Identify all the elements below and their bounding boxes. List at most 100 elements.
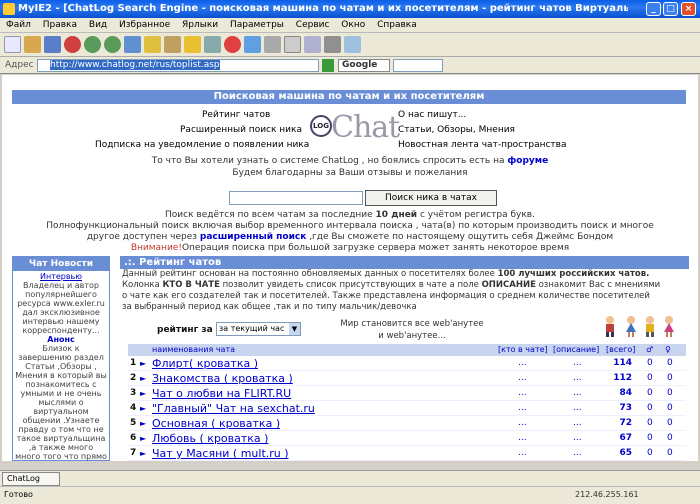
address-input[interactable]: http://www.chatlog.net/rus/toplist.asp	[37, 59, 319, 72]
nav-link-news[interactable]: Новостная лента чат-пространства	[398, 140, 566, 150]
tools-icon[interactable]	[324, 36, 341, 53]
description-link[interactable]: ...	[573, 356, 582, 371]
menu-shortcuts[interactable]: Ярлыки	[182, 20, 218, 30]
col-header-total[interactable]: [всего]	[606, 344, 635, 356]
menu-file[interactable]: Файл	[6, 20, 31, 30]
who-in-chat-link[interactable]: ...	[518, 446, 527, 461]
sidebar-interview-link[interactable]: Интервью	[13, 272, 109, 281]
forum-note: То что Вы хотели узнать о системе ChatLo…	[151, 156, 549, 166]
description-link[interactable]: ...	[573, 446, 582, 461]
nav-link-advanced-search[interactable]: Расширенный поиск ника	[180, 125, 302, 135]
menu-tools[interactable]: Сервис	[296, 20, 330, 30]
view-icon[interactable]	[284, 36, 301, 53]
nick-search-button[interactable]: Поиск ника в чатах	[365, 190, 497, 206]
status-bar: Готово 212.46.255.161	[0, 486, 700, 504]
description-link[interactable]: ...	[573, 431, 582, 446]
row-arrow-icon: ►	[140, 359, 147, 368]
print-icon[interactable]	[264, 36, 281, 53]
search-icon[interactable]	[164, 36, 181, 53]
period-select[interactable]: за текущий час ▼	[216, 322, 301, 336]
open-icon[interactable]	[24, 36, 41, 53]
description-link[interactable]: ...	[573, 386, 582, 401]
go-icon[interactable]	[322, 59, 334, 72]
chat-news-sidebar: Чат Новости Интервью Владелец и автор по…	[12, 256, 110, 461]
nick-search-input[interactable]	[229, 191, 363, 205]
page-tab[interactable]: ChatLog Sear	[2, 472, 60, 495]
chat-link[interactable]: Чат о любви на FLIRT.RU	[152, 386, 291, 401]
chat-link[interactable]: Чат у Масяни ( mult.ru )	[152, 446, 289, 461]
window-icon[interactable]	[304, 36, 321, 53]
forward-icon[interactable]	[104, 36, 121, 53]
forum-link[interactable]: форуме	[507, 156, 548, 166]
search-engine-input[interactable]	[393, 59, 443, 72]
row-arrow-icon: ►	[140, 449, 147, 458]
boy-figure-icon	[606, 316, 614, 337]
chat-link[interactable]: Флирт( кроватка )	[152, 356, 258, 371]
table-row: 1 ► Флирт( кроватка )...... 114 0 0	[128, 356, 686, 371]
description-link[interactable]: ...	[573, 401, 582, 416]
chat-link[interactable]: Основная ( кроватка )	[152, 416, 280, 431]
advanced-search-link[interactable]: расширенный поиск	[200, 232, 306, 242]
row-arrow-icon: ►	[140, 374, 147, 383]
menu-edit[interactable]: Правка	[43, 20, 77, 30]
row-arrow-icon: ►	[140, 389, 147, 398]
description-link[interactable]: ...	[573, 371, 582, 386]
mail-icon[interactable]	[244, 36, 261, 53]
who-in-chat-link[interactable]: ...	[518, 371, 527, 386]
menu-window[interactable]: Окно	[341, 20, 365, 30]
search-info-3: другое доступен через расширенный поиск …	[86, 232, 614, 242]
stop-icon[interactable]	[64, 36, 81, 53]
col-header-who[interactable]: [кто в чате]	[498, 344, 548, 356]
refresh-icon[interactable]	[124, 36, 141, 53]
new-icon[interactable]	[4, 36, 21, 53]
back-icon[interactable]	[84, 36, 101, 53]
search-info-2: Полнофункциональный поиск включая выбор …	[46, 221, 654, 231]
menu-favorites[interactable]: Избранное	[119, 20, 170, 30]
who-in-chat-link[interactable]: ...	[518, 416, 527, 431]
app-icon	[3, 3, 15, 15]
col-header-name[interactable]: наименования чата	[152, 344, 235, 356]
save-icon[interactable]	[44, 36, 61, 53]
address-label: Адрес	[5, 60, 34, 70]
menu-bar: Файл Правка Вид Избранное Ярлыки Парамет…	[0, 18, 700, 33]
home-icon[interactable]	[144, 36, 161, 53]
chat-link[interactable]: Любовь ( кроватка )	[152, 431, 268, 446]
sidebar-anons-heading: Анонс	[47, 335, 75, 344]
table-row: 7 ► Чат у Масяни ( mult.ru )...... 65 0 0	[128, 446, 686, 461]
woman-figure-icon	[664, 316, 674, 337]
table-row: 2 ► Знакомства ( кроватка )...... 112 0 0	[128, 371, 686, 386]
menu-options[interactable]: Параметры	[230, 20, 284, 30]
col-header-female[interactable]: ♀	[665, 344, 671, 356]
col-header-male[interactable]: ♂	[646, 344, 653, 356]
who-in-chat-link[interactable]: ...	[518, 431, 527, 446]
search-warning: Внимание!Операция поиска при большой заг…	[130, 243, 570, 253]
page-tab-bar: ChatLog Sear	[0, 470, 700, 495]
nav-link-rating[interactable]: Рейтинг чатов	[202, 110, 270, 120]
chat-link[interactable]: "Главный" Чат на sexchat.ru	[152, 401, 315, 416]
man-figure-icon	[646, 316, 654, 337]
minimize-button[interactable]: _	[646, 2, 661, 16]
favorites-icon[interactable]	[184, 36, 201, 53]
block-icon[interactable]	[224, 36, 241, 53]
who-in-chat-link[interactable]: ...	[518, 386, 527, 401]
maximize-button[interactable]: □	[663, 2, 678, 16]
chat-link[interactable]: Знакомства ( кроватка )	[152, 371, 293, 386]
girl-figure-icon	[626, 316, 636, 337]
col-header-desc[interactable]: [описание]	[553, 344, 599, 356]
history-icon[interactable]	[204, 36, 221, 53]
rating-period-label: рейтинг за	[157, 325, 213, 335]
chevron-down-icon[interactable]: ▼	[289, 323, 300, 335]
description-link[interactable]: ...	[573, 416, 582, 431]
proxy-icon[interactable]	[344, 36, 361, 53]
search-engine-button[interactable]: Google	[338, 59, 390, 72]
close-button[interactable]: ×	[681, 2, 696, 16]
menu-view[interactable]: Вид	[89, 20, 107, 30]
table-row: 3 ► Чат о любви на FLIRT.RU...... 84 0 0	[128, 386, 686, 401]
nav-link-subscribe[interactable]: Подписка на уведомление о появлении ника	[95, 140, 309, 150]
nav-link-articles[interactable]: Статьи, Обзоры, Мнения	[398, 125, 515, 135]
menu-help[interactable]: Справка	[377, 20, 417, 30]
who-in-chat-link[interactable]: ...	[518, 356, 527, 371]
nav-link-press[interactable]: О нас пишут...	[398, 110, 466, 120]
who-in-chat-link[interactable]: ...	[518, 401, 527, 416]
logo-globe-icon: LOG	[310, 115, 332, 137]
